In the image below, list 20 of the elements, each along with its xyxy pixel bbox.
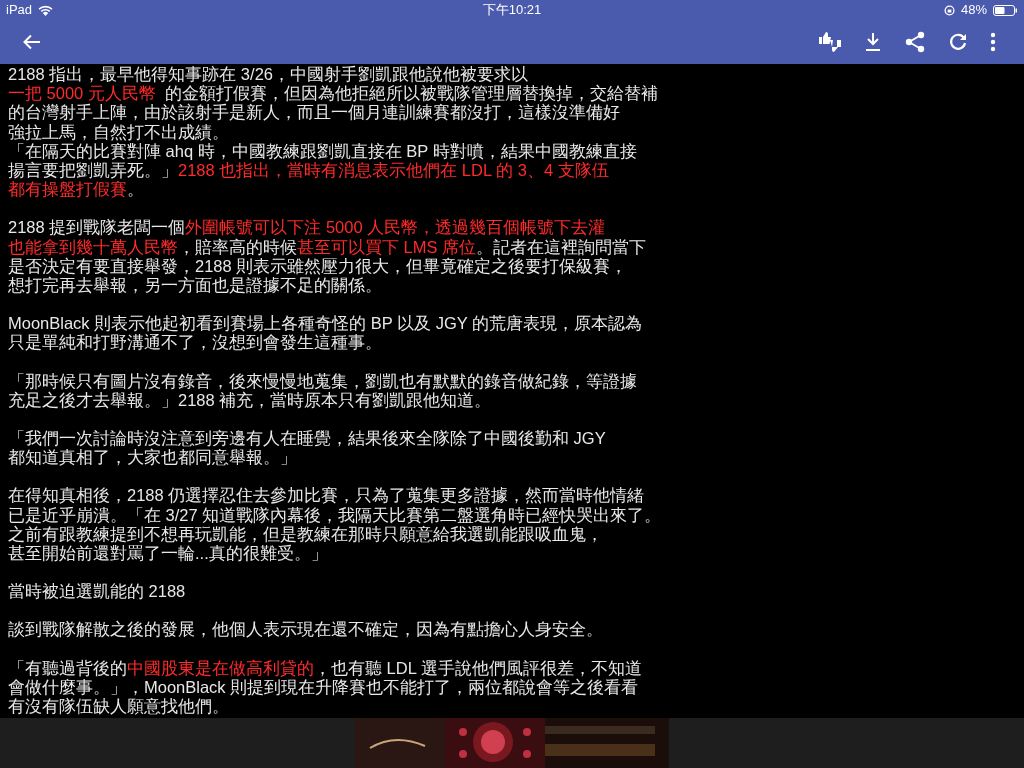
paragraph: MoonBlack 則表示他起初看到賽場上各種奇怪的 BP 以及 JGY 的荒唐表現，原本認為 只是單純和打野溝通不了，沒想到會發生這種事。: [8, 314, 643, 353]
device-name: iPad: [6, 1, 33, 20]
paragraph: 在得知真相後，2188 仍選擇忍住去參加比賽，只為了蒐集更多證據，然而當時他情緒 已是近乎崩潰。「在 3/27 知道戰隊內幕後，我隔天比賽第二盤選角時已經快哭出來了。 之前有跟教練提到不想再玩凱能，但是教練在那時只願意給我選凱能跟吸血鬼， 甚至開始前還對罵了一輪...真的很難受。」: [8, 486, 662, 564]
more-options-icon[interactable]: [990, 32, 996, 52]
wifi-icon: [38, 4, 54, 16]
battery-icon: [993, 4, 1018, 16]
paragraph: 2188 提到戰隊老闆一個外圍帳號可以下注 5000 人民幣，透過幾百個帳號下去灌 也能拿到幾十萬人民幣，賠率高的時候甚至可以買下 LMS 席位。記者在這裡詢問當下 是否決定有要直接舉發，2188 則表示雖然壓力很大，但畢竟確定之後要打保級賽， 想打完再去舉報，另一方面也是證據不足的關係。: [8, 218, 647, 296]
refresh-icon[interactable]: [948, 32, 968, 52]
paragraph: 「我們一次討論時沒注意到旁邊有人在睡覺，結果後來全隊除了中國後勤和 JGY 都知道真相了，大家也都同意舉報。」: [8, 429, 606, 468]
share-icon[interactable]: [904, 31, 926, 53]
paragraph: 「有聽過背後的中國股東是在做高利貸的，也有聽 LDL 選手說他們風評很差，不知道 會做什麼事。」，MoonBlack 則提到現在升降賽也不能打了，兩位都說會等之後看看 有沒有隊伍缺人願意找他們。: [8, 658, 642, 717]
paragraph: 「那時候只有圖片沒有錄音，後來慢慢地蒐集，劉凱也有默默的錄音做紀錄，等證據 充足之後才去舉報。」2188 補充，當時原本只有劉凱跟他知道。: [8, 371, 637, 411]
paragraph: 當時被迫選凱能的 2188: [8, 582, 186, 602]
thumbs-icon[interactable]: [818, 31, 842, 53]
battery-percent: 48%: [960, 1, 987, 20]
paragraph: 談到戰隊解散之後的發展，他個人表示現在還不確定，因為有點擔心人身安全。: [8, 620, 603, 640]
download-icon[interactable]: [864, 32, 882, 52]
paragraph: 2188 指出，最早他得知事跡在 3/26，中國射手劉凱跟他說他被要求以 一把 5000 元人民幣 的金額打假賽，但因為他拒絕所以被戰隊管理層替換掉，交給替補 的台灣射手上陣，由於該射手是新人，而且一個月連訓練賽都沒打，這樣沒準備好 強拉上馬，自然打不出成績。 「在隔天的比賽對陣 ahq 時，中國教練跟劉凱直接在 BP 時對噴，結果中國教練直接 揚言要把劉凱弄死。」2188 也指出，當時有消息表示他們在 LDL 的 3、4 支隊伍 都有操盤打假賽。: [8, 65, 659, 200]
rotation-lock-icon: [943, 4, 955, 16]
clock-time: 下午10:21: [482, 1, 542, 20]
